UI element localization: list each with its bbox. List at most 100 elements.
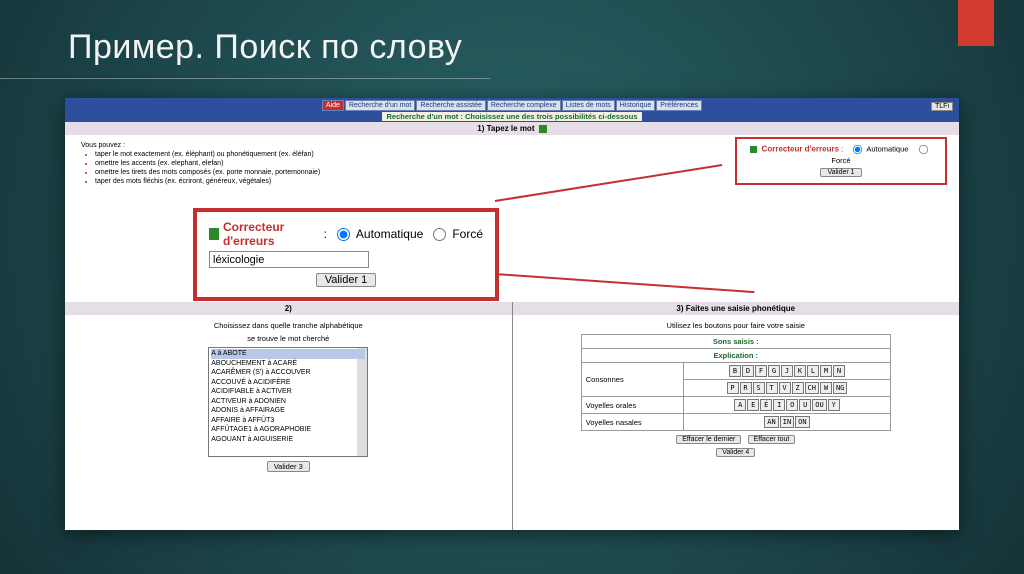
section3-header: 3) Faites une saisie phonétique [513,302,960,315]
phon-key[interactable]: L [807,365,819,377]
section3-instr: Utilisez les boutons pour faire votre sa… [523,321,950,330]
help-icon[interactable] [750,146,757,153]
phon-key[interactable]: U [799,399,811,411]
section2-header: 2) [65,302,512,315]
nav-row: Aide Recherche d'un mot Recherche assist… [322,100,702,111]
effacer-tout-button[interactable]: Effacer tout [748,435,796,444]
site-topbar: Aide Recherche d'un mot Recherche assist… [65,98,959,122]
list-item[interactable]: AGOUANT à AIGUISERIE [211,435,365,445]
list-item[interactable]: A à ABOTE [211,349,365,359]
valider1-big-button[interactable]: Valider 1 [316,273,377,287]
phon-key[interactable]: Z [792,382,804,394]
phon-key[interactable]: E [747,399,759,411]
effacer-dernier-button[interactable]: Effacer le dernier [676,435,741,444]
corrector-label: Correcteur d'erreurs [762,144,840,153]
valider3-button[interactable]: Valider 3 [267,461,310,472]
phon-key[interactable]: F [755,365,767,377]
phon-key[interactable]: V [779,382,791,394]
nasal-vowel-keys: ANINON [684,414,891,431]
radio-force-small[interactable] [918,145,927,154]
subtitle: Recherche d'un mot : Choisissez une des … [382,112,641,121]
callout-line [495,273,755,293]
phon-key[interactable]: P [727,382,739,394]
nav-aide[interactable]: Aide [322,100,344,111]
phon-key[interactable]: N [833,365,845,377]
row-voyelles-nasales: Voyelles nasales [581,414,683,431]
section2-instr1: Choisissez dans quelle tranche alphabéti… [75,321,502,330]
list-item[interactable]: AFFAIRE à AFFÛT3 [211,416,365,426]
tlf-badge: TLFi [931,102,953,111]
nav-listes[interactable]: Listes de mots [562,100,615,111]
row-voyelles-orales: Voyelles orales [581,397,683,414]
phon-key[interactable]: D [742,365,754,377]
phon-key[interactable]: W [820,382,832,394]
corrector-label-big: Correcteur d'erreurs [223,220,320,248]
phon-key[interactable]: AN [764,416,778,428]
list-item[interactable]: ACIDIFIABLE à ACTIVER [211,387,365,397]
help-icon[interactable] [209,228,219,240]
search-input[interactable] [209,251,369,268]
phon-key[interactable]: J [781,365,793,377]
nav-preferences[interactable]: Préférences [656,100,702,111]
explication-label: Explication [713,351,753,360]
list-item[interactable]: ADONIS à AFFAIRAGE [211,406,365,416]
phon-key[interactable]: O [786,399,798,411]
radio-auto-small[interactable] [853,145,862,154]
section2-instr2: se trouve le mot cherché [75,334,502,343]
phon-key[interactable]: ON [795,416,809,428]
list-item[interactable]: ACTIVEUR à ADONIEN [211,397,365,407]
section3-column: 3) Faites une saisie phonétique Utilisez… [513,302,960,530]
nav-recherche-mot[interactable]: Recherche d'un mot [345,100,415,111]
valider1-small-button[interactable]: Valider 1 [820,168,861,177]
list-item[interactable]: ACARÊMER (S') à ACCOUVER [211,368,365,378]
phon-key[interactable]: M [820,365,832,377]
phon-key[interactable]: NG [833,382,847,394]
section1-title: 1) Tapez le mot [477,124,534,133]
nav-recherche-complexe[interactable]: Recherche complexe [487,100,561,111]
nav-recherche-assistee[interactable]: Recherche assistée [416,100,485,111]
section2-column: 2) Choisissez dans quelle tranche alphab… [65,302,512,530]
phon-key[interactable]: É [760,399,772,411]
phon-key[interactable]: S [753,382,765,394]
embedded-screenshot: Aide Recherche d'un mot Recherche assist… [65,98,959,530]
list-item[interactable]: ACCOUVÉ à ACIDIFÈRE [211,378,365,388]
opt-force-big: Forcé [452,227,483,241]
title-underline [0,78,490,79]
phon-key[interactable]: IN [780,416,794,428]
phon-key[interactable]: G [768,365,780,377]
opt-force: Forcé [831,156,850,165]
alpha-listbox[interactable]: A à ABOTE ABOUCHEMENT à ACARÉ ACARÊMER (… [208,347,368,457]
opt-auto: Automatique [866,144,908,153]
accent-block [958,0,994,46]
section3-title: 3) Faites une saisie phonétique [676,304,795,313]
radio-auto-big[interactable] [337,228,350,241]
phon-key[interactable]: A [734,399,746,411]
phon-key[interactable]: I [773,399,785,411]
corrector-big-callout: Correcteur d'erreurs : Automatique Forcé… [193,208,499,301]
section2-title: 2) [285,304,292,313]
phon-key[interactable]: T [766,382,778,394]
consonant-keys-row2: PRSTVZCHWNG [684,380,891,397]
help-icon[interactable] [539,125,547,133]
corrector-small-panel: Correcteur d'erreurs : Automatique Forcé… [735,137,947,185]
list-item[interactable]: AFFÛTAGE1 à AGORAPHOBIE [211,425,365,435]
phon-key[interactable]: R [740,382,752,394]
row-consonnes: Consonnes [581,363,683,397]
phon-key[interactable]: K [794,365,806,377]
nav-historique[interactable]: Historique [616,100,656,111]
oral-vowel-keys: AEÉIOUOUY [684,397,891,414]
section1-header: 1) Tapez le mot [65,122,959,135]
valider4-button[interactable]: Valider 4 [716,448,755,457]
slide-title: Пример. Поиск по слову [68,28,462,67]
phon-key[interactable]: CH [805,382,819,394]
phon-key[interactable]: OU [812,399,826,411]
phonetic-buttons: Effacer le dernier Effacer tout [523,434,950,444]
opt-auto-big: Automatique [356,227,423,241]
radio-force-big[interactable] [433,228,446,241]
phon-key[interactable]: Y [828,399,840,411]
phon-key[interactable]: B [729,365,741,377]
sons-saisis-label: Sons saisis [713,337,754,346]
list-item[interactable]: ABOUCHEMENT à ACARÉ [211,359,365,369]
phonetic-table: Sons saisis : Explication : Consonnes BD… [581,334,891,431]
consonant-keys-row1: BDFGJKLMN [684,363,891,380]
